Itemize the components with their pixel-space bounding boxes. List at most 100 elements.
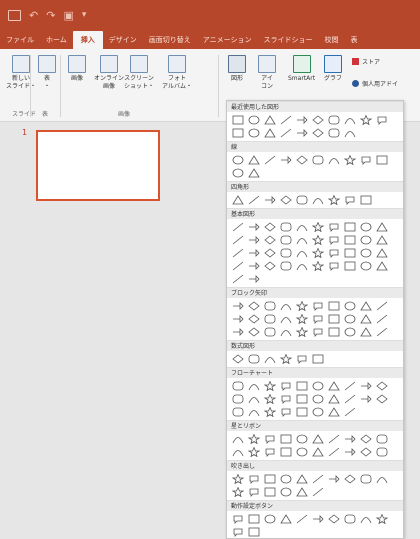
shape-item-icon[interactable]	[246, 247, 261, 259]
shape-item-icon[interactable]	[262, 393, 277, 405]
shape-item-icon[interactable]	[374, 234, 389, 246]
shape-item-icon[interactable]	[358, 473, 373, 485]
shape-item-icon[interactable]	[278, 433, 293, 445]
shape-item-icon[interactable]	[342, 380, 357, 392]
shape-item-icon[interactable]	[262, 300, 277, 312]
shape-item-icon[interactable]	[310, 247, 325, 259]
shape-item-icon[interactable]	[310, 300, 325, 312]
shape-item-icon[interactable]	[310, 353, 325, 365]
shape-item-icon[interactable]	[326, 114, 341, 126]
slide-thumbnail[interactable]	[36, 130, 160, 201]
shape-item-icon[interactable]	[326, 446, 341, 458]
shape-item-icon[interactable]	[342, 433, 357, 445]
shape-item-icon[interactable]	[230, 234, 245, 246]
shape-item-icon[interactable]	[246, 194, 261, 206]
shape-item-icon[interactable]	[342, 446, 357, 458]
shape-item-icon[interactable]	[246, 234, 261, 246]
shape-item-icon[interactable]	[230, 273, 245, 285]
shape-item-icon[interactable]	[310, 234, 325, 246]
shape-item-icon[interactable]	[262, 313, 277, 325]
personal-addins-button[interactable]: 個人用アドイ	[352, 79, 398, 88]
shape-item-icon[interactable]	[262, 486, 277, 498]
tab-1[interactable]: ホーム	[40, 35, 73, 49]
shape-item-icon[interactable]	[230, 513, 245, 525]
shape-item-icon[interactable]	[294, 154, 309, 166]
shape-item-icon[interactable]	[246, 473, 261, 485]
shape-item-icon[interactable]	[246, 406, 261, 418]
shape-item-icon[interactable]	[278, 313, 293, 325]
shape-item-icon[interactable]	[326, 221, 341, 233]
shape-item-icon[interactable]	[230, 473, 245, 485]
table-button[interactable]: 表 ・	[38, 55, 56, 91]
shape-item-icon[interactable]	[262, 114, 277, 126]
shape-item-icon[interactable]	[278, 260, 293, 272]
smartart-button[interactable]: SmartArt	[288, 55, 315, 83]
shape-item-icon[interactable]	[310, 326, 325, 338]
shape-item-icon[interactable]	[342, 114, 357, 126]
icons-button[interactable]: アイ コン	[258, 55, 276, 91]
shape-item-icon[interactable]	[230, 127, 245, 139]
shape-item-icon[interactable]	[326, 473, 341, 485]
shape-item-icon[interactable]	[358, 326, 373, 338]
shape-item-icon[interactable]	[278, 114, 293, 126]
shape-item-icon[interactable]	[262, 234, 277, 246]
shape-item-icon[interactable]	[310, 194, 325, 206]
shape-item-icon[interactable]	[294, 473, 309, 485]
tab-6[interactable]: スライドショー	[258, 35, 319, 49]
shape-item-icon[interactable]	[230, 313, 245, 325]
shape-item-icon[interactable]	[342, 221, 357, 233]
shape-item-icon[interactable]	[230, 326, 245, 338]
shape-item-icon[interactable]	[374, 326, 389, 338]
shape-item-icon[interactable]	[374, 380, 389, 392]
shape-item-icon[interactable]	[278, 486, 293, 498]
tab-5[interactable]: アニメーション	[197, 35, 258, 49]
undo-icon[interactable]: ↶	[29, 9, 38, 22]
shape-item-icon[interactable]	[246, 260, 261, 272]
shape-item-icon[interactable]	[278, 247, 293, 259]
shape-item-icon[interactable]	[230, 260, 245, 272]
chart-button[interactable]: グラフ	[324, 55, 342, 83]
shape-item-icon[interactable]	[326, 154, 341, 166]
shape-item-icon[interactable]	[230, 194, 245, 206]
shape-item-icon[interactable]	[246, 167, 261, 179]
shape-item-icon[interactable]	[246, 154, 261, 166]
tab-4[interactable]: 画面切り替え	[143, 35, 197, 49]
shape-item-icon[interactable]	[374, 247, 389, 259]
shape-item-icon[interactable]	[342, 393, 357, 405]
shape-item-icon[interactable]	[358, 300, 373, 312]
shape-item-icon[interactable]	[358, 393, 373, 405]
slideshow-start-icon[interactable]: ▣	[63, 9, 73, 22]
shape-item-icon[interactable]	[358, 313, 373, 325]
shape-item-icon[interactable]	[246, 114, 261, 126]
shape-item-icon[interactable]	[310, 446, 325, 458]
shape-item-icon[interactable]	[358, 234, 373, 246]
shape-item-icon[interactable]	[230, 393, 245, 405]
shape-item-icon[interactable]	[294, 326, 309, 338]
shape-item-icon[interactable]	[278, 221, 293, 233]
shape-item-icon[interactable]	[374, 300, 389, 312]
shape-item-icon[interactable]	[230, 406, 245, 418]
shape-item-icon[interactable]	[342, 194, 357, 206]
shape-item-icon[interactable]	[358, 513, 373, 525]
photo-album-button[interactable]: フォト アルバム・	[162, 55, 192, 91]
shape-item-icon[interactable]	[246, 127, 261, 139]
shape-item-icon[interactable]	[358, 194, 373, 206]
shape-item-icon[interactable]	[246, 433, 261, 445]
shape-item-icon[interactable]	[374, 221, 389, 233]
shape-item-icon[interactable]	[342, 247, 357, 259]
shape-item-icon[interactable]	[358, 114, 373, 126]
shape-item-icon[interactable]	[294, 300, 309, 312]
shape-item-icon[interactable]	[310, 393, 325, 405]
shape-item-icon[interactable]	[262, 473, 277, 485]
shape-item-icon[interactable]	[246, 313, 261, 325]
shape-item-icon[interactable]	[278, 154, 293, 166]
shape-item-icon[interactable]	[262, 513, 277, 525]
shape-item-icon[interactable]	[326, 194, 341, 206]
shape-item-icon[interactable]	[262, 221, 277, 233]
shape-item-icon[interactable]	[358, 380, 373, 392]
shape-item-icon[interactable]	[326, 380, 341, 392]
shape-item-icon[interactable]	[278, 194, 293, 206]
shape-item-icon[interactable]	[246, 353, 261, 365]
shape-item-icon[interactable]	[230, 486, 245, 498]
redo-icon[interactable]: ↷	[46, 9, 55, 22]
